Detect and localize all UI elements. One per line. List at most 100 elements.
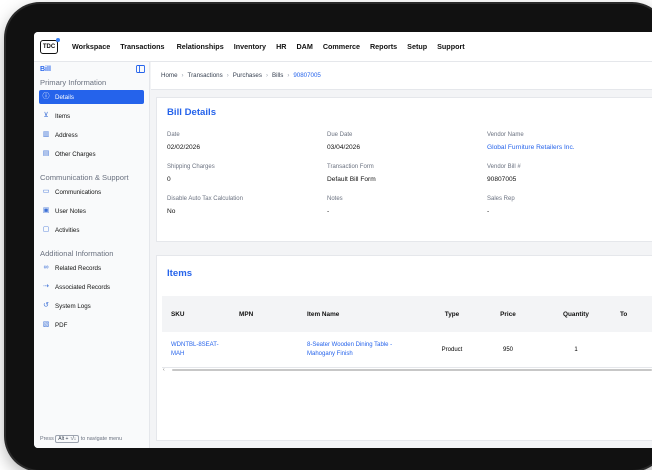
nav-commerce[interactable]: Commerce	[323, 42, 360, 51]
table-row: WDNTBL-8SEAT- MAH 8-Seater Wooden Dining…	[162, 332, 652, 368]
breadcrumb-home[interactable]: Home	[161, 72, 178, 79]
field-label: Sales Rep	[487, 196, 515, 202]
field-label: Due Date	[327, 132, 353, 138]
field-label: Transaction Form	[327, 164, 374, 170]
keyboard-hint: Press Alt + ↑/↓ to navigate menu	[40, 435, 122, 443]
field-value: -	[327, 208, 330, 215]
items-table: SKU MPN Item Name Type Price Quantity To…	[162, 296, 652, 368]
column-sku[interactable]: SKU	[162, 311, 230, 318]
vendor-name-link[interactable]: Global Furniture Retailers Inc.	[487, 144, 575, 151]
sku-line: MAH	[171, 351, 185, 357]
item-name-line: Mahogany Finish	[307, 351, 353, 357]
keyboard-hint-prefix: Press	[40, 436, 54, 442]
section-additional-information: Additional Information	[40, 249, 114, 258]
top-navigation: TDC Workspace Transactions Relationships…	[34, 32, 652, 62]
sidebar-item-associated-records[interactable]: ⇢ Associated Records	[39, 280, 144, 294]
sidebar-item-communications[interactable]: ▭ Communications	[39, 185, 144, 199]
nav-dam[interactable]: DAM	[296, 42, 312, 51]
logo-text: TDC	[42, 43, 56, 50]
sidebar-item-other-charges[interactable]: ▤ Other Charges	[39, 147, 144, 161]
history-icon: ↺	[43, 302, 49, 309]
sidebar-item-pdf[interactable]: ▧ PDF	[39, 318, 144, 332]
nav-setup[interactable]: Setup	[407, 42, 427, 51]
breadcrumb-bills[interactable]: Bills	[272, 72, 283, 79]
field-notes: Notes -	[327, 196, 343, 215]
column-total[interactable]: To	[610, 311, 652, 318]
sidebar-item-related-records[interactable]: ∞ Related Records	[39, 261, 144, 275]
table-header: SKU MPN Item Name Type Price Quantity To	[162, 296, 652, 332]
field-label: Shipping Charges	[167, 164, 215, 170]
items-title: Items	[167, 268, 193, 279]
chevron-right-icon: ›	[265, 72, 268, 79]
sidebar-item-activities[interactable]: ▢ Activities	[39, 223, 144, 237]
column-quantity[interactable]: Quantity	[542, 311, 610, 318]
sidebar-item-user-notes[interactable]: ▣ User Notes	[39, 204, 144, 218]
field-value: Default Bill Form	[327, 176, 376, 183]
sku-line: WDNTBL-8SEAT-	[171, 342, 219, 348]
sidebar-title: Bill	[40, 65, 51, 73]
nav-relationships[interactable]: Relationships	[177, 42, 224, 51]
column-price[interactable]: Price	[474, 311, 542, 318]
field-label: Disable Auto Tax Calculation	[167, 196, 243, 202]
pdf-icon: ▧	[42, 321, 50, 328]
field-value: No	[167, 208, 176, 215]
field-value: 03/04/2026	[327, 144, 361, 151]
field-label: Vendor Name	[487, 132, 524, 138]
collapse-sidebar-icon[interactable]	[136, 65, 145, 73]
breadcrumb-current: 90807005	[293, 72, 321, 79]
sidebar-item-address[interactable]: ▥ Address	[39, 128, 144, 142]
section-primary-information: Primary Information	[40, 78, 107, 87]
column-item-name[interactable]: Item Name	[298, 311, 430, 318]
column-mpn[interactable]: MPN	[230, 311, 298, 318]
cell-quantity: 1	[574, 346, 578, 353]
sidebar-item-label: Details	[55, 93, 74, 101]
nav-support[interactable]: Support	[437, 42, 465, 51]
cell-type: Product	[441, 346, 463, 353]
logo-dot-icon	[56, 37, 60, 42]
activity-icon: ▢	[42, 226, 50, 233]
cell-price: 950	[502, 346, 513, 353]
breadcrumb: Home › Transactions › Purchases › Bills …	[151, 62, 652, 90]
scroll-left-icon[interactable]: ‹	[163, 367, 165, 373]
field-label: Date	[167, 132, 180, 138]
nav-reports[interactable]: Reports	[370, 42, 397, 51]
chevron-right-icon: ›	[181, 72, 184, 79]
bill-details-title: Bill Details	[167, 107, 217, 118]
nav-transactions[interactable]: Transactions	[120, 42, 164, 51]
field-vendor-name: Vendor Name Global Furniture Retailers I…	[487, 132, 575, 151]
horizontal-scrollbar[interactable]: ‹	[162, 367, 652, 373]
chevron-right-icon: ›	[226, 72, 229, 79]
sidebar-item-label: Communications	[55, 188, 102, 196]
sidebar-item-items[interactable]: ⊻ Items	[39, 109, 144, 123]
sidebar-item-label: Activities	[55, 226, 80, 234]
breadcrumb-purchases[interactable]: Purchases	[233, 72, 262, 79]
nav-hr[interactable]: HR	[276, 42, 286, 51]
field-sales-rep: Sales Rep -	[487, 196, 515, 215]
field-label: Vendor Bill #	[487, 164, 521, 170]
sidebar-item-details[interactable]: ⓘ Details	[39, 90, 144, 104]
field-disable-auto-tax: Disable Auto Tax Calculation No	[167, 196, 243, 215]
nav-inventory[interactable]: Inventory	[234, 42, 266, 51]
sidebar-item-system-logs[interactable]: ↺ System Logs	[39, 299, 144, 313]
section-communication-support: Communication & Support	[40, 173, 129, 182]
bill-details-card: Bill Details Date 02/02/2026 Due Date 03…	[156, 97, 652, 242]
breadcrumb-transactions[interactable]: Transactions	[188, 72, 223, 79]
tablet-frame: TDC Workspace Transactions Relationships…	[6, 4, 652, 470]
field-due-date: Due Date 03/04/2026	[327, 132, 360, 151]
nav-workspace[interactable]: Workspace	[72, 42, 110, 51]
field-date: Date 02/02/2026	[167, 132, 200, 151]
sidebar-item-label: Related Records	[55, 264, 102, 272]
keyboard-hint-keys: Alt + ↑/↓	[55, 435, 80, 443]
field-value: 02/02/2026	[167, 144, 201, 151]
app-logo[interactable]: TDC	[40, 37, 60, 54]
item-name-link[interactable]: 8-Seater Wooden Dining Table - Mahogany …	[298, 342, 430, 357]
column-type[interactable]: Type	[430, 311, 474, 318]
sku-link[interactable]: WDNTBL-8SEAT- MAH	[162, 342, 230, 357]
scroll-thumb[interactable]	[172, 369, 652, 372]
sidebar-item-label: System Logs	[55, 302, 91, 310]
link-icon: ∞	[43, 264, 49, 271]
chevron-right-icon: ›	[287, 72, 290, 79]
sidebar: Bill Primary Information ⓘ Details ⊻ Ite…	[34, 62, 150, 448]
sidebar-item-label: Associated Records	[55, 283, 111, 291]
associate-icon: ⇢	[43, 283, 49, 290]
